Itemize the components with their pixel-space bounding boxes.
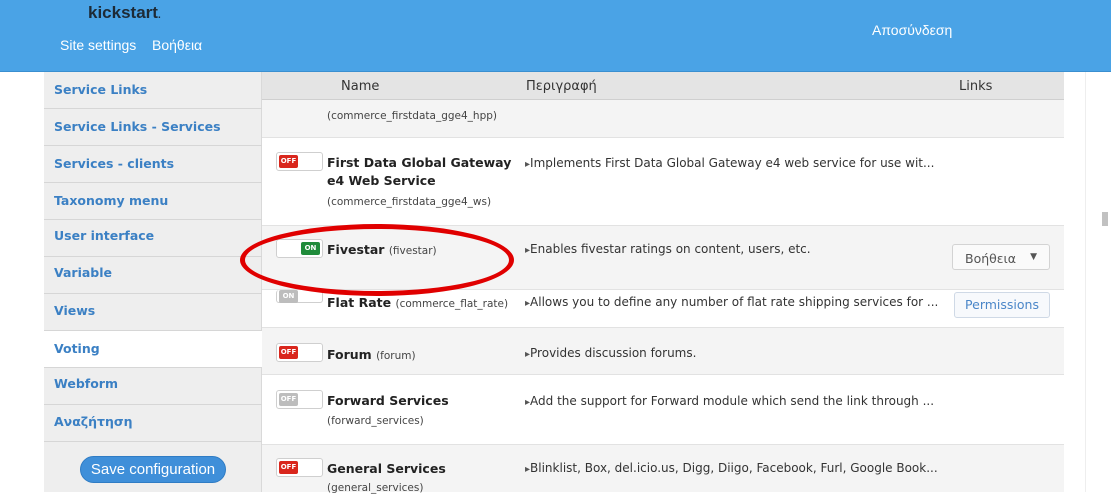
module-description[interactable]: Provides discussion forums. bbox=[525, 346, 696, 360]
table-row: OFF General Services (general_services) … bbox=[262, 445, 1064, 494]
sidebar-item-variable[interactable]: Variable bbox=[44, 257, 262, 294]
sidebar-item-user-interface[interactable]: User interface bbox=[44, 220, 262, 257]
module-description[interactable]: Add the support for Forward module which… bbox=[525, 394, 934, 408]
module-machine-name: (forward_services) bbox=[327, 415, 424, 427]
module-toggle[interactable]: OFF bbox=[276, 152, 323, 171]
site-brand[interactable]: kickstart. bbox=[88, 3, 161, 23]
module-toggle[interactable]: OFF bbox=[276, 343, 323, 362]
sidebar-item-taxonomy-menu[interactable]: Taxonomy menu bbox=[44, 183, 262, 220]
module-name: Forward Services bbox=[327, 393, 449, 408]
module-toggle[interactable]: OFF bbox=[276, 458, 323, 477]
logout-link[interactable]: Αποσύνδεση bbox=[872, 22, 952, 38]
table-header: Name Περιγραφή Links bbox=[262, 72, 1064, 100]
help-link[interactable]: Βοήθεια bbox=[152, 37, 202, 53]
module-name: Flat Rate (commerce_flat_rate) bbox=[327, 295, 509, 310]
annotation-circle bbox=[240, 224, 514, 296]
module-name: Forum (forum) bbox=[327, 347, 416, 362]
sidebar-item-services-clients[interactable]: Services - clients bbox=[44, 146, 262, 183]
top-bar: kickstart. Site settings Βοήθεια Αποσύνδ… bbox=[0, 0, 1111, 72]
permissions-button[interactable]: Permissions bbox=[954, 292, 1050, 318]
page-scrollbar[interactable] bbox=[1085, 72, 1111, 492]
module-description[interactable]: Allows you to define any number of flat … bbox=[525, 295, 938, 309]
table-row: (commerce_firstdata_gge4_hpp) bbox=[262, 100, 1064, 138]
sidebar-item-views[interactable]: Views bbox=[44, 294, 262, 331]
scrollbar-thumb[interactable] bbox=[1102, 212, 1108, 226]
sidebar: Service Links Service Links - Services S… bbox=[44, 72, 262, 492]
module-description[interactable]: Implements First Data Global Gateway e4 … bbox=[525, 156, 934, 170]
chevron-down-icon: ▼ bbox=[1030, 252, 1037, 262]
help-dropdown-button[interactable]: Βοήθεια ▼ bbox=[952, 244, 1050, 270]
sidebar-item-service-links-services[interactable]: Service Links - Services bbox=[44, 109, 262, 146]
table-row: OFF Forum (forum) Provides discussion fo… bbox=[262, 328, 1064, 375]
header-description: Περιγραφή bbox=[526, 79, 597, 94]
module-machine-name: (commerce_firstdata_gge4_hpp) bbox=[327, 110, 497, 122]
table-row: OFF First Data Global Gateway e4 Web Serv… bbox=[262, 138, 1064, 226]
site-settings-link[interactable]: Site settings bbox=[60, 37, 136, 53]
sidebar-item-search[interactable]: Αναζήτηση bbox=[44, 405, 262, 442]
module-name: First Data Global Gateway e4 Web Service bbox=[327, 155, 512, 188]
module-toggle[interactable]: OFF bbox=[276, 390, 323, 409]
save-configuration-button[interactable]: Save configuration bbox=[80, 456, 226, 483]
sidebar-item-service-links[interactable]: Service Links bbox=[44, 72, 262, 109]
module-description[interactable]: Enables fivestar ratings on content, use… bbox=[525, 242, 811, 256]
sidebar-item-voting[interactable]: Voting bbox=[44, 331, 262, 368]
module-machine-name: (commerce_firstdata_gge4_ws) bbox=[327, 196, 492, 208]
module-name: General Services bbox=[327, 461, 446, 476]
table-row: OFF Forward Services (forward_services) … bbox=[262, 375, 1064, 445]
sidebar-item-webform[interactable]: Webform bbox=[44, 368, 262, 405]
module-description[interactable]: Blinklist, Box, del.icio.us, Digg, Diigo… bbox=[525, 461, 938, 475]
module-machine-name: (general_services) bbox=[327, 482, 424, 494]
header-name[interactable]: Name bbox=[341, 79, 379, 94]
header-links: Links bbox=[959, 79, 993, 94]
